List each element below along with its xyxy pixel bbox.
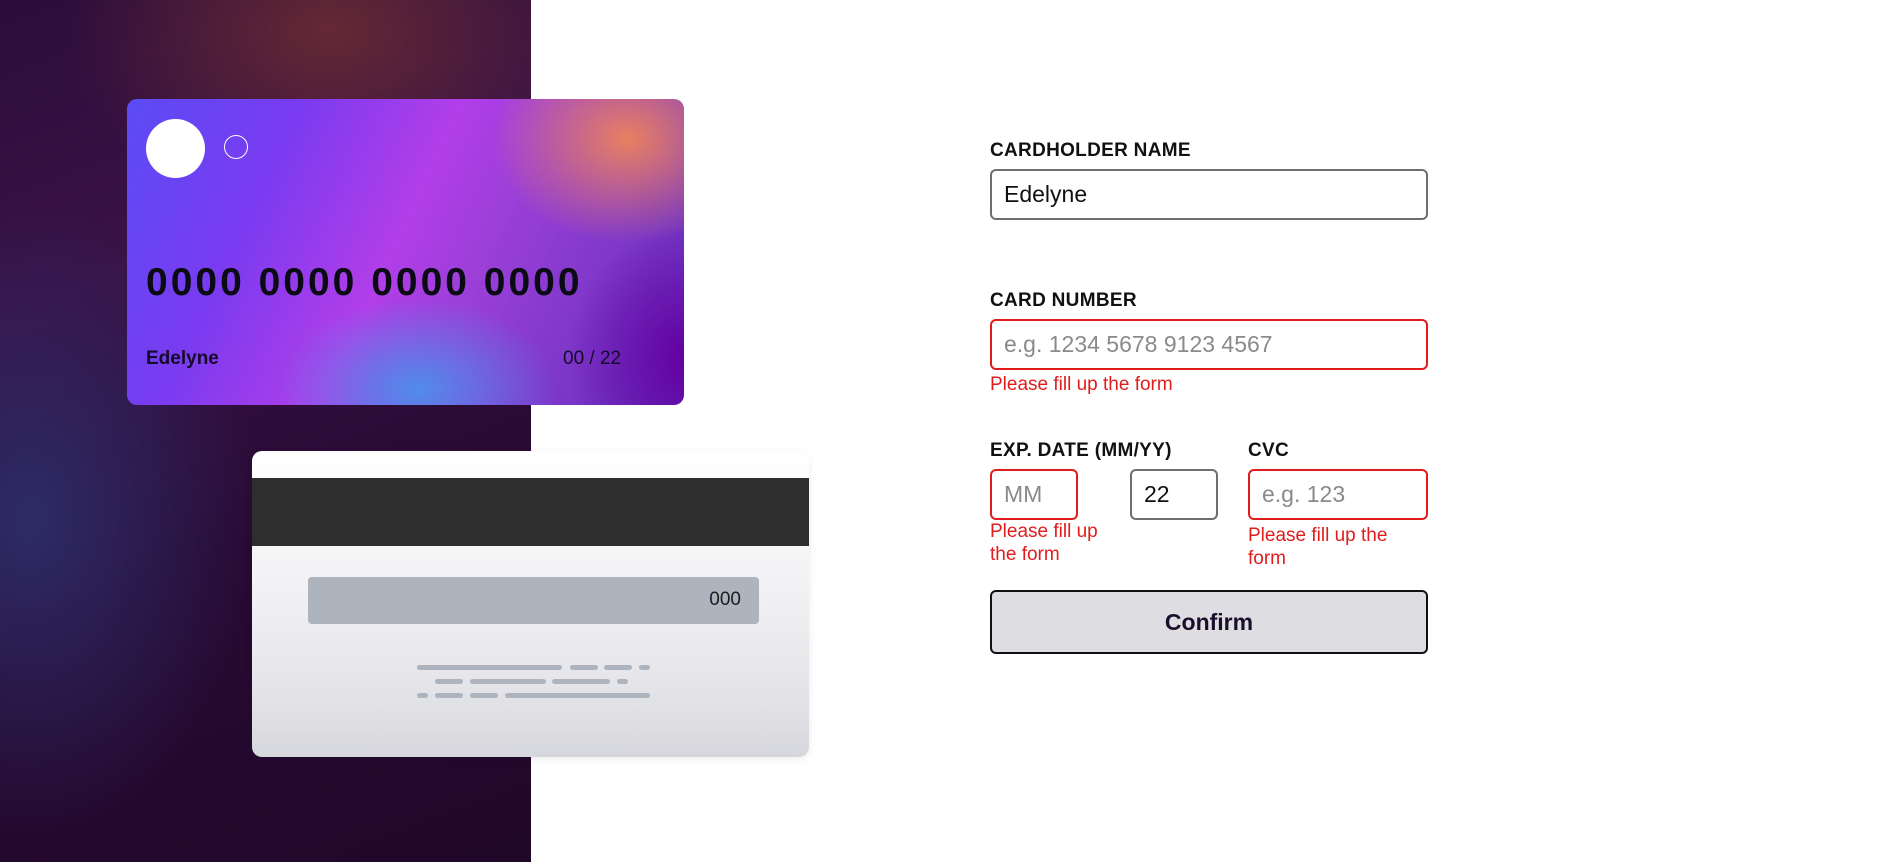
decorative-line (417, 693, 428, 698)
card-back-cvc: 000 (709, 589, 741, 610)
page: 000 0000 0000 0000 0000 Edelyne 00 / 22 … (0, 0, 1881, 862)
card-number-input[interactable] (990, 319, 1428, 370)
card-back: 000 (252, 451, 809, 757)
magnetic-stripe (252, 478, 809, 546)
decorative-line (617, 679, 628, 684)
cvc-error: Please fill up the form (1248, 525, 1388, 569)
card-logo-outline-circle (224, 135, 248, 159)
card-number-error: Please fill up the form (990, 374, 1173, 395)
decorative-line (505, 693, 650, 698)
decorative-line (570, 665, 598, 670)
cardholder-name-input[interactable] (990, 169, 1428, 220)
decorative-line (435, 693, 463, 698)
decorative-line (435, 679, 463, 684)
signature-strip: 000 (308, 577, 759, 624)
cvc-input[interactable] (1248, 469, 1428, 520)
exp-date-label: EXP. DATE (MM/YY) (990, 440, 1172, 461)
cardholder-name-display: Edelyne (146, 348, 219, 369)
confirm-button[interactable]: Confirm (990, 590, 1428, 654)
cardholder-name-label: CARDHOLDER NAME (990, 140, 1191, 161)
exp-month-input[interactable] (990, 469, 1078, 520)
decorative-line (604, 665, 632, 670)
cvc-label: CVC (1248, 440, 1290, 461)
exp-year-input[interactable] (1130, 469, 1218, 520)
card-logo-filled-circle (146, 119, 205, 178)
card-expiry-display: 00 / 22 (563, 348, 622, 369)
card-number-display: 0000 0000 0000 0000 (146, 261, 583, 304)
exp-month-error: Please fill up the form (990, 521, 1098, 565)
decorative-line (639, 665, 650, 670)
decorative-line (552, 679, 610, 684)
card-front: 0000 0000 0000 0000 Edelyne 00 / 22 (127, 99, 684, 405)
card-number-label: CARD NUMBER (990, 290, 1137, 311)
decorative-line (470, 693, 498, 698)
decorative-line (417, 665, 562, 670)
decorative-line (470, 679, 546, 684)
